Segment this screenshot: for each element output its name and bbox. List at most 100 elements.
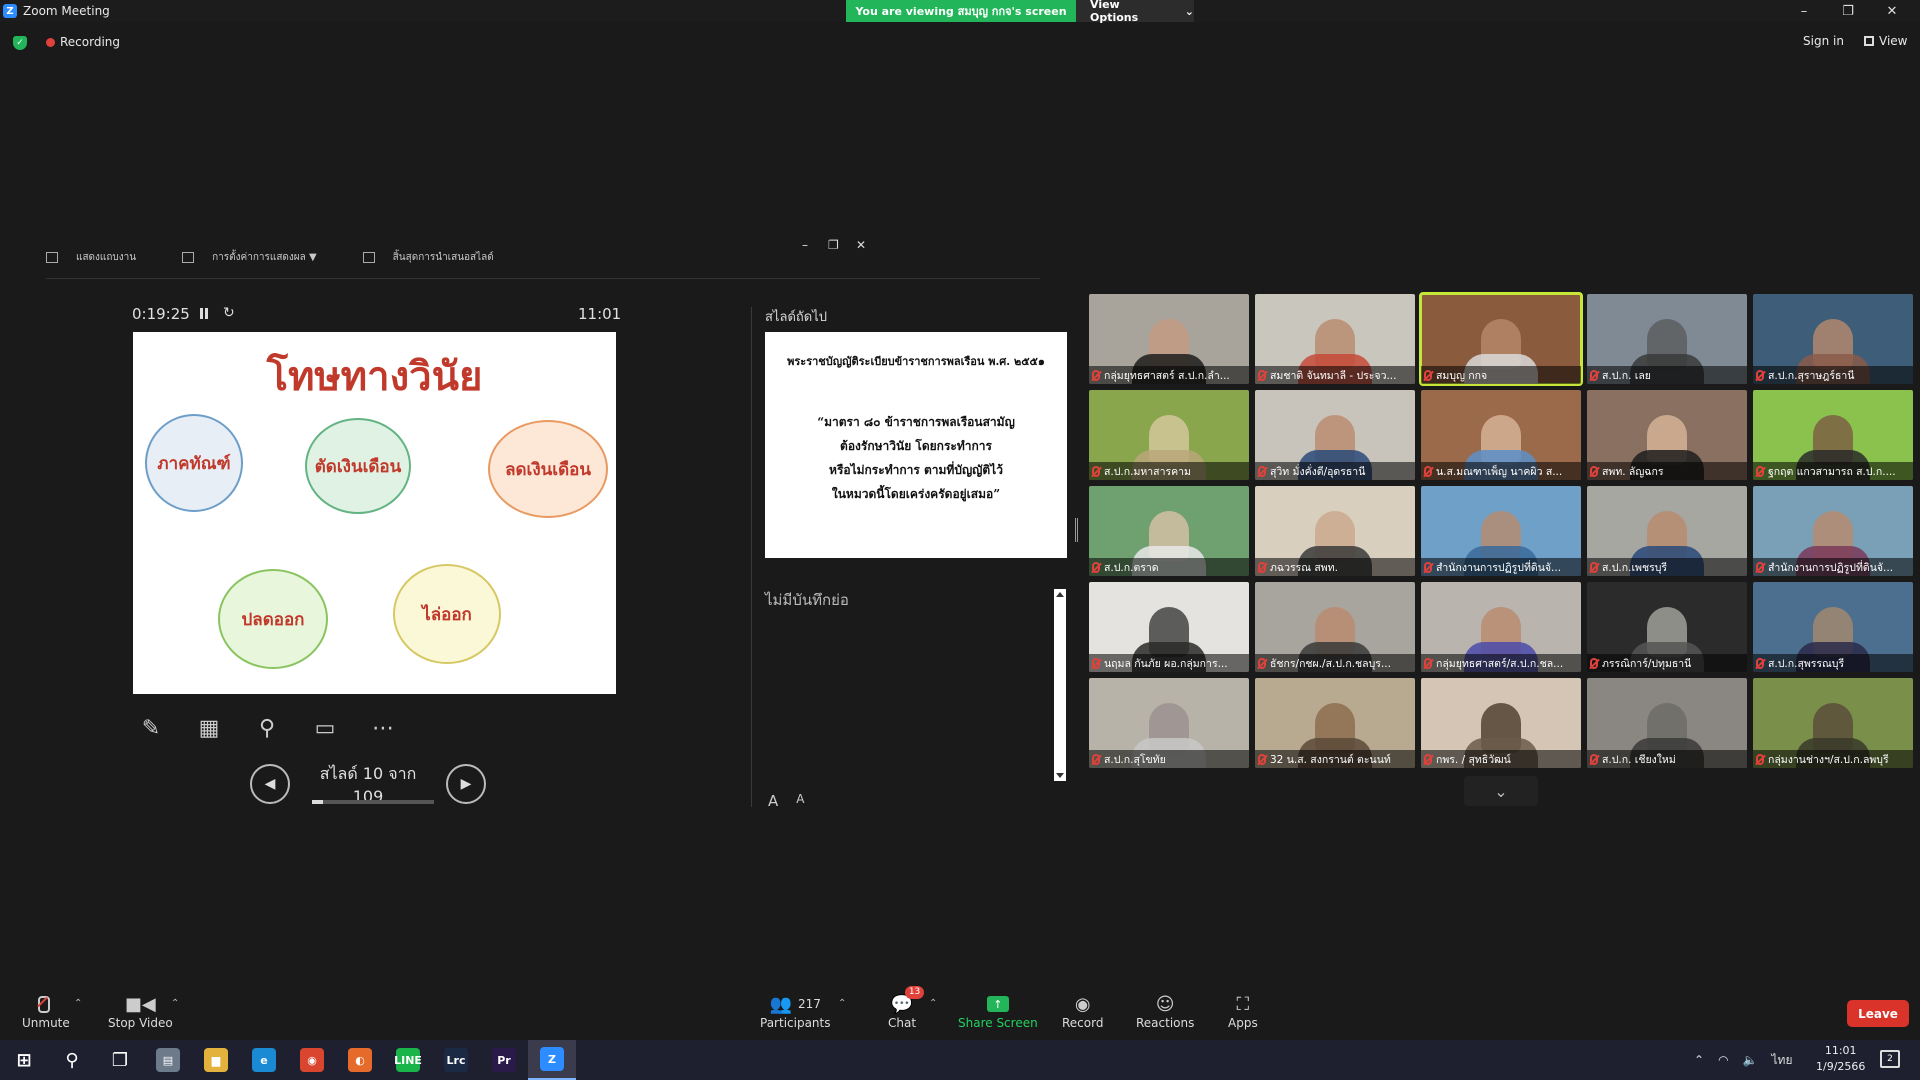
presenter-close-button[interactable]: ✕ <box>856 238 866 252</box>
participant-tile[interactable]: ส.ป.ก.สุพรรณบุรี <box>1753 582 1913 672</box>
participant-tile[interactable]: น.ส.มณฑาเพ็ญ นาคผิว ส... <box>1421 390 1581 480</box>
splitter-handle[interactable] <box>1075 518 1078 542</box>
muted-mic-icon <box>1258 369 1266 381</box>
windows-start-icon: ⊞ <box>16 1049 32 1071</box>
previous-slide-button[interactable]: ◀ <box>250 764 290 804</box>
recording-indicator[interactable]: Recording <box>46 35 120 49</box>
chat-options-caret[interactable]: ⌃ <box>929 998 937 1009</box>
view-button[interactable]: View <box>1864 34 1907 48</box>
view-options-button[interactable]: View Options ⌄ <box>1076 0 1194 24</box>
apps-button[interactable]: ⛶ Apps <box>1228 992 1258 1031</box>
pause-icon[interactable] <box>200 308 208 319</box>
participant-tile[interactable]: ธัชกร/กชผ./ส.ป.ก.ชลบุร... <box>1255 582 1415 672</box>
wifi-icon[interactable]: ◠ <box>1718 1053 1728 1067</box>
participant-tile[interactable]: ส.ป.ก.สุโขทัย <box>1089 678 1249 768</box>
zoom-magnify-icon[interactable]: ⚲ <box>249 710 285 746</box>
close-button[interactable]: ✕ <box>1870 0 1914 22</box>
participant-tile[interactable]: กลุ่มงานช่างฯ/ส.ป.ก.ลพบุรี <box>1753 678 1913 768</box>
participant-tile[interactable]: กพร. / สุทธิวัฒน์ <box>1421 678 1581 768</box>
participant-tile[interactable]: ส.ป.ก.สุราษฎร์ธานี <box>1753 294 1913 384</box>
minimize-button[interactable]: – <box>1782 0 1826 22</box>
participant-tile[interactable]: ส.ป.ก. เชียงใหม่ <box>1587 678 1747 768</box>
taskbar-button[interactable]: Z <box>528 1040 576 1080</box>
taskbar-button[interactable]: ▤ <box>144 1040 192 1080</box>
edge-icon: e <box>252 1048 276 1072</box>
slide-circle-5: ไล่ออก <box>393 564 501 664</box>
record-button[interactable]: ◉ Record <box>1062 992 1103 1031</box>
display-settings-button[interactable]: การตั้งค่าการแสดงผล ▼ <box>182 250 317 265</box>
sign-in-button[interactable]: Sign in <box>1803 34 1844 48</box>
more-options-icon[interactable]: ⋯ <box>365 710 401 746</box>
muted-mic-icon <box>1424 657 1432 669</box>
participant-tile[interactable]: ส.ป.ก.เพชรบุรี <box>1587 486 1747 576</box>
increase-font-button[interactable]: A <box>768 792 778 810</box>
participant-tile[interactable]: ภรรณิการ์/ปทุมธานี <box>1587 582 1747 672</box>
gallery-next-page-button[interactable]: ⌄ <box>1464 776 1538 806</box>
taskbar-button[interactable]: ⚲ <box>48 1040 96 1080</box>
tray-chevron-up-icon[interactable]: ⌃ <box>1694 1053 1704 1067</box>
participant-tile[interactable]: สุวิท มั่งคั่งดี/อุดรธานี <box>1255 390 1415 480</box>
participants-button[interactable]: 👥 217 Participants <box>760 992 831 1031</box>
taskbar-button[interactable]: e <box>240 1040 288 1080</box>
presenter-pane-divider[interactable] <box>751 307 752 807</box>
participant-tile[interactable]: ส.ป.ก.มหาสารคาม <box>1089 390 1249 480</box>
taskbar-button[interactable]: ❐ <box>96 1040 144 1080</box>
end-slideshow-button[interactable]: สิ้นสุดการนำเสนอสไลด์ <box>362 250 494 265</box>
reset-timer-icon[interactable]: ↻ <box>223 305 235 321</box>
share-screen-label: Share Screen <box>958 1016 1038 1030</box>
participants-options-caret[interactable]: ⌃ <box>838 998 846 1009</box>
participant-tile[interactable]: สพท. ลัญฉกร <box>1587 390 1747 480</box>
scroll-down-icon[interactable] <box>1056 773 1064 778</box>
speaker-icon[interactable]: 🔈 <box>1743 1053 1758 1067</box>
stop-video-button[interactable]: ■◀ Stop Video <box>108 992 173 1031</box>
black-screen-icon[interactable]: ▭ <box>307 710 343 746</box>
participant-tile[interactable]: ส.ป.ก.ตราด <box>1089 486 1249 576</box>
participant-tile[interactable]: กลุ่มยุทธศาสตร์/ส.ป.ก.ชล... <box>1421 582 1581 672</box>
taskbar-button[interactable]: ▆ <box>192 1040 240 1080</box>
unmute-button[interactable]: Unmute <box>22 992 70 1030</box>
decrease-font-button[interactable]: A <box>796 792 804 810</box>
taskbar-button[interactable]: ⊞ <box>0 1040 48 1080</box>
security-shield-icon[interactable]: ✓ <box>13 36 27 50</box>
see-all-slides-icon[interactable]: ▦ <box>191 710 227 746</box>
presenter-minimize-button[interactable]: – <box>802 238 808 252</box>
input-language[interactable]: ไทย <box>1772 1051 1793 1070</box>
participant-tile[interactable]: ฐกฤต แกวสามารถ ส.ป.ก.... <box>1753 390 1913 480</box>
participant-name-label: สำนักงานการปฏิรูปที่ดินจั... <box>1753 558 1913 576</box>
taskbar-clock[interactable]: 11:01 1/9/2566 <box>1816 1043 1865 1075</box>
next-slide-button[interactable]: ▶ <box>446 764 486 804</box>
pen-icon[interactable]: ✎ <box>133 710 169 746</box>
notes-scrollbar[interactable] <box>1054 589 1066 781</box>
taskbar-button[interactable]: Lrc <box>432 1040 480 1080</box>
show-taskbar-button[interactable]: แสดงแถบงาน <box>46 250 136 265</box>
participant-tile[interactable]: สำนักงานการปฏิรูปที่ดินจั... <box>1753 486 1913 576</box>
muted-mic-icon <box>1258 465 1266 477</box>
scroll-up-icon[interactable] <box>1056 592 1064 597</box>
speaker-notes[interactable]: ไม่มีบันทึกย่อ <box>765 588 849 612</box>
notification-center-icon[interactable]: 2 <box>1880 1050 1900 1068</box>
taskbar-button[interactable]: ◐ <box>336 1040 384 1080</box>
taskbar-button[interactable]: LINE <box>384 1040 432 1080</box>
reactions-button[interactable]: ☺ Reactions <box>1136 992 1194 1031</box>
participant-tile[interactable]: สมชาติ จันทมาลี - ประจว... <box>1255 294 1415 384</box>
participant-tile[interactable]: 32 น.ส. สงกรานต์ ตะนนท์ <box>1255 678 1415 768</box>
video-options-caret[interactable]: ⌃ <box>171 998 179 1009</box>
presenter-restore-button[interactable]: ❐ <box>828 238 839 252</box>
share-screen-button[interactable]: ↑ Share Screen <box>958 992 1038 1030</box>
participant-tile[interactable]: สำนักงานการปฏิรูปที่ดินจั... <box>1421 486 1581 576</box>
view-options-label: View Options <box>1090 0 1139 24</box>
restore-button[interactable]: ❐ <box>1826 0 1870 22</box>
participant-tile[interactable]: ส.ป.ก. เลย <box>1587 294 1747 384</box>
participant-tile[interactable]: ภฉวรรณ สพท. <box>1255 486 1415 576</box>
grid-view-icon <box>1864 36 1874 46</box>
participant-tile[interactable]: กลุ่มยุทธศาสตร์ ส.ป.ก.ลำ... <box>1089 294 1249 384</box>
taskbar-button[interactable]: Pr <box>480 1040 528 1080</box>
leave-button[interactable]: Leave <box>1847 1000 1909 1027</box>
muted-mic-icon <box>1424 753 1432 765</box>
audio-options-caret[interactable]: ⌃ <box>74 998 82 1009</box>
participant-tile[interactable]: นฤมล กันภัย ผอ.กลุ่มการ... <box>1089 582 1249 672</box>
chat-button[interactable]: 💬 13 Chat <box>888 986 925 1030</box>
display-settings-label: การตั้งค่าการแสดงผล ▼ <box>212 252 317 263</box>
participant-tile[interactable]: สมบุญ กกจ <box>1419 292 1583 386</box>
taskbar-button[interactable]: ◉ <box>288 1040 336 1080</box>
